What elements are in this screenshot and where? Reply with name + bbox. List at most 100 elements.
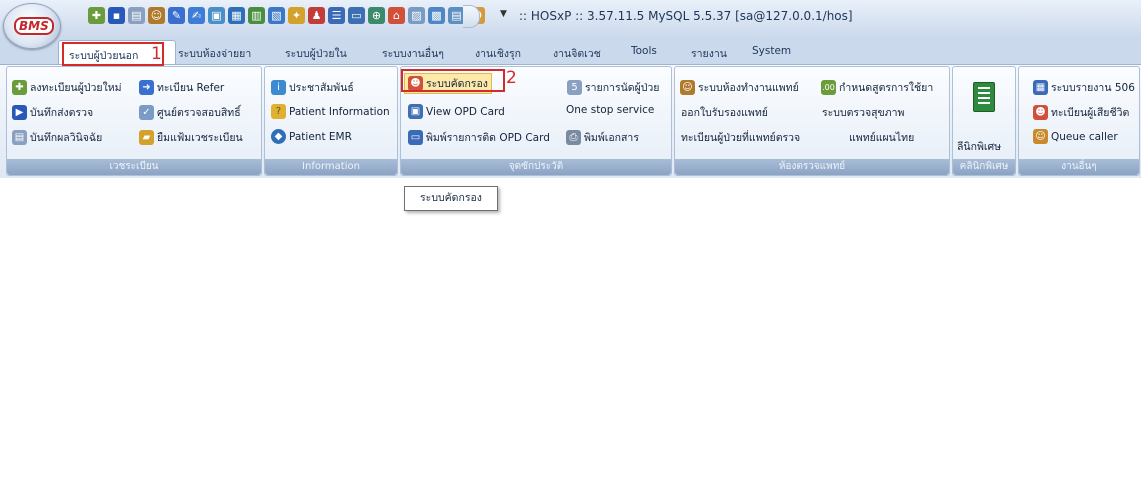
refer-registry-button[interactable]: ➜ ทะเบียน Refer	[139, 79, 224, 96]
patient-emr-button[interactable]: ◆ Patient EMR	[271, 129, 352, 144]
group-label: เวชระเบียน	[7, 159, 261, 175]
tab-ipd[interactable]: ระบบผู้ป่วยใน	[285, 45, 347, 62]
quick-access-toolbar: ✚▪▤☺✎✍▣▦▥▧✦♟☰▭⊕⌂▨▩▤☻	[88, 7, 485, 24]
tab-psychiatry[interactable]: งานจิตเวช	[553, 45, 601, 62]
monitor-icon[interactable]: ▭	[348, 7, 365, 24]
item-label: แพทย์แผนไทย	[849, 132, 915, 144]
tab-reports[interactable]: รายงาน	[691, 45, 727, 62]
step-number-1: 1	[151, 44, 162, 64]
send-exam-button[interactable]: ▶ บันทึกส่งตรวจ	[12, 104, 93, 121]
queue-caller-button[interactable]: ☺ Queue caller	[1033, 129, 1118, 144]
item-label: บันทึกส่งตรวจ	[30, 107, 94, 119]
item-label: พิมพ์เอกสาร	[584, 132, 639, 144]
one-stop-service-button[interactable]: One stop service	[566, 104, 654, 116]
diagnosis-result-button[interactable]: ▤ บันทึกผลวินิจฉัย	[12, 129, 102, 146]
document-icon[interactable]: ▤	[128, 7, 145, 24]
borrow-folder-icon: ▰	[139, 130, 154, 145]
item-label: ยืมแฟ้มเวชระเบียน	[157, 132, 243, 144]
print-opd-card-list-button[interactable]: ▭ พิมพ์รายการติด OPD Card	[408, 129, 550, 146]
medical-certificate-button[interactable]: ออกใบรับรองแพทย์	[681, 104, 768, 121]
home-icon[interactable]: ⌂	[388, 7, 405, 24]
screen-icon[interactable]: ▩	[428, 7, 445, 24]
calendar-icon[interactable]: ▧	[268, 7, 285, 24]
item-label: ออกใบรับรองแพทย์	[681, 107, 768, 119]
rights-check-icon: ✓	[139, 105, 154, 120]
refer-arrow-icon: ➜	[139, 80, 154, 95]
item-label: ทะเบียนผู้เสียชีวิต	[1051, 107, 1130, 119]
death-registry-icon: ☻	[1033, 105, 1048, 120]
death-registry-button[interactable]: ☻ ทะเบียนผู้เสียชีวิต	[1033, 104, 1129, 121]
drug-formula-button[interactable]: .00 กำหนดสูตรการใช้ยา	[821, 79, 933, 96]
item-label: รายการนัดผู้ป่วย	[585, 82, 660, 94]
health-check-system-button[interactable]: ระบบตรวจสุขภาพ	[822, 104, 904, 121]
syringe-icon[interactable]: ✦	[288, 7, 305, 24]
register-patient-button[interactable]: ✚ ลงทะเบียนผู้ป่วยใหม่	[12, 79, 122, 96]
report-506-button[interactable]: ▦ ระบบรายงาน 506	[1033, 79, 1135, 96]
tab-other-work[interactable]: ระบบงานอื่นๆ	[382, 45, 444, 62]
borrow-folder-button[interactable]: ▰ ยืมแฟ้มเวชระเบียน	[139, 129, 243, 146]
public-relations-icon: i	[271, 80, 286, 95]
highlight-box-step-1	[62, 42, 164, 66]
tab-proactive[interactable]: งานเชิงรุก	[475, 45, 521, 62]
tab-pharmacy[interactable]: ระบบห้องจ่ายยา	[178, 45, 251, 62]
edit-icon[interactable]: ✍	[188, 7, 205, 24]
window-title: :: HOSxP :: 3.57.11.5 MySQL 5.5.37 [sa@1…	[519, 9, 853, 23]
customize-toolbar-dropdown[interactable]: ▼	[500, 9, 507, 19]
opd-card-icon: ▣	[408, 104, 423, 119]
item-label: พิมพ์รายการติด OPD Card	[426, 132, 550, 144]
people-add-icon[interactable]: ✚	[88, 7, 105, 24]
emr-icon: ◆	[271, 129, 286, 144]
list-icon[interactable]: ☰	[328, 7, 345, 24]
queue-caller-icon: ☺	[1033, 129, 1048, 144]
step-number-2: 2	[506, 68, 517, 88]
tab-tools[interactable]: Tools	[631, 45, 657, 57]
rights-check-button[interactable]: ✓ ศูนย์ตรวจสอบสิทธิ์	[139, 104, 241, 121]
quick-access-toolbar-end	[463, 5, 480, 28]
person-icon[interactable]: ☺	[148, 7, 165, 24]
item-label: ระบบตรวจสุขภาพ	[822, 107, 905, 119]
table-icon[interactable]: ▦	[228, 7, 245, 24]
send-exam-icon: ▶	[12, 105, 27, 120]
item-label: ศูนย์ตรวจสอบสิทธิ์	[157, 107, 241, 119]
group-label: Information	[265, 159, 397, 175]
item-label: View OPD Card	[426, 105, 505, 118]
tab-system[interactable]: System	[752, 45, 791, 57]
item-label: ลงทะเบียนผู้ป่วยใหม่	[30, 82, 122, 94]
item-label: ทะเบียน Refer	[157, 82, 225, 94]
grid-icon[interactable]: ▥	[248, 7, 265, 24]
special-clinic-icon[interactable]	[973, 82, 995, 112]
pen-icon[interactable]: ✎	[168, 7, 185, 24]
group-label: คลินิกพิเศษ	[953, 159, 1015, 175]
special-clinic-button[interactable]: ลีนิกพิเศษ	[957, 138, 1001, 155]
item-label: Queue caller	[1051, 130, 1118, 143]
globe-icon[interactable]: ⊕	[368, 7, 385, 24]
patient-icon[interactable]: ♟	[308, 7, 325, 24]
doc-check-icon[interactable]: ▣	[208, 7, 225, 24]
view-opd-card-button[interactable]: ▣ View OPD Card	[408, 104, 505, 119]
appointment-icon: 5	[567, 80, 582, 95]
bms-logo: BMS	[14, 17, 54, 35]
print-card-icon: ▭	[408, 130, 423, 145]
item-label: ระบบรายงาน 506	[1051, 82, 1135, 94]
diagnosis-doc-icon: ▤	[12, 130, 27, 145]
item-label: ทะเบียนผู้ป่วยที่แพทย์ตรวจ	[681, 132, 801, 144]
item-label: บันทึกผลวินิจฉัย	[30, 132, 103, 144]
report-506-icon: ▦	[1033, 80, 1048, 95]
question-icon: ?	[271, 104, 286, 119]
item-label: One stop service	[566, 104, 655, 116]
blue-square-icon[interactable]: ▪	[108, 7, 125, 24]
register-patient-icon: ✚	[12, 80, 27, 95]
item-label: ประชาสัมพันธ์	[289, 82, 354, 94]
appointment-list-button[interactable]: 5 รายการนัดผู้ป่วย	[567, 79, 659, 96]
patient-information-button[interactable]: ? Patient Information	[271, 104, 390, 119]
printer-icon: ⎙	[566, 130, 581, 145]
public-relations-button[interactable]: i ประชาสัมพันธ์	[271, 79, 354, 96]
item-label: ลีนิกพิเศษ	[957, 141, 1002, 153]
thai-medicine-button[interactable]: แพทย์แผนไทย	[849, 129, 914, 146]
doctor-patient-registry-button[interactable]: ทะเบียนผู้ป่วยที่แพทย์ตรวจ	[681, 129, 800, 146]
doctor-room-system-button[interactable]: ☺ ระบบห้องทำงานแพทย์	[680, 79, 799, 96]
application-menu-button[interactable]: BMS	[3, 3, 61, 49]
group-label: งานอื่นๆ	[1019, 159, 1139, 175]
print-document-button[interactable]: ⎙ พิมพ์เอกสาร	[566, 129, 639, 146]
chart-icon[interactable]: ▨	[408, 7, 425, 24]
